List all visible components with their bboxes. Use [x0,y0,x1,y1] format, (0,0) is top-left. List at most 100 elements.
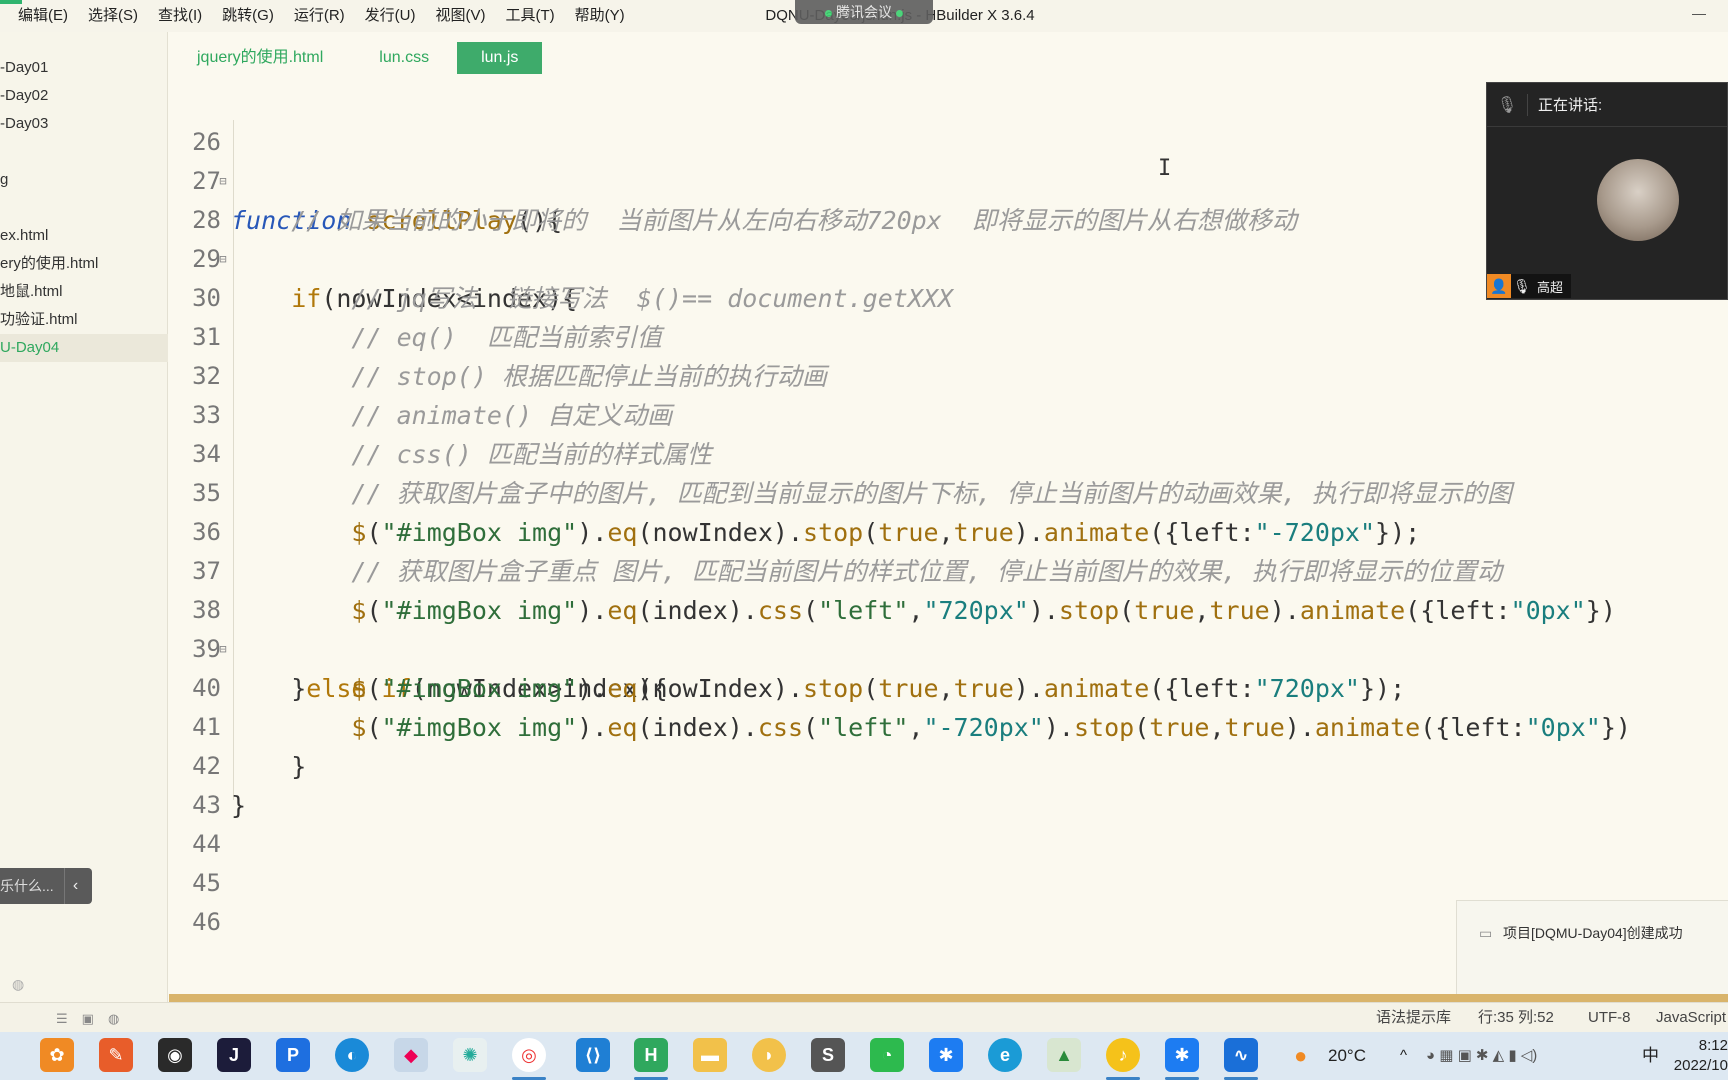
menu-tools[interactable]: 工具(T) [496,0,565,32]
language-selector[interactable]: JavaScript [1656,1003,1726,1033]
tray-icons[interactable]: ◕ ▦ ▣ ✱ ◭ ▮ ◁) [1426,1032,1537,1080]
tree-item[interactable]: ex.html [0,222,168,250]
menu-items: 编辑(E) 选择(S) 查找(I) 跳转(G) 运行(R) 发行(U) 视图(V… [0,0,635,32]
app-p-icon[interactable]: P [276,1038,310,1072]
tree-item[interactable]: g [0,166,168,194]
folder-icon[interactable]: ▬ [693,1038,727,1072]
app-star-icon[interactable]: ✱ [929,1038,963,1072]
app-lemon-icon[interactable]: ◗ [752,1038,786,1072]
sidebar-search[interactable]: 乐什么... ‹ [0,868,92,904]
microphone-icon[interactable]: 🎙 [1487,95,1527,115]
participant-bar: 👤 🎙 高超 [1487,273,1572,299]
minimize-icon[interactable] [1692,14,1706,15]
status-dot-icon [896,9,903,17]
meeting-pill-label: 腾讯会议 [836,4,892,20]
app-circle-icon[interactable]: ◐ [335,1038,369,1072]
code-line: 42 } [169,708,1728,820]
menu-run[interactable]: 运行(R) [284,0,355,32]
weather-icon[interactable]: ● [1294,1032,1307,1080]
horizontal-scrollbar[interactable] [169,994,1728,1002]
divider [1527,93,1528,116]
menu-edit[interactable]: 编辑(E) [8,0,78,32]
code-line: 45 [169,825,1728,897]
project-sidebar: -Day01 -Day02 -Day03 g ex.html ery的使用.ht… [0,32,168,1006]
speaking-label: 正在讲话: [1538,97,1603,114]
code-line: 33 // css() 匹配当前的样式属性 [169,357,1728,469]
cursor-position[interactable]: 行:35 列:52 [1478,1003,1554,1033]
app-diamond-icon[interactable]: ◆ [394,1038,428,1072]
terminal-icon[interactable]: ▣ [82,1011,94,1027]
chevron-left-icon[interactable]: ‹ [64,868,86,904]
meeting-panel[interactable]: 🎙 正在讲话: 👤 🎙 高超 [1486,82,1728,300]
tree-item[interactable]: 地鼠.html [0,278,168,306]
sublime-icon[interactable]: S [811,1038,845,1072]
tencent-meeting-icon[interactable]: ∿ [1224,1038,1258,1072]
palette-icon[interactable]: ◍ [108,1011,119,1027]
app-icon-1[interactable]: ✿ [40,1038,74,1072]
tree-item[interactable]: -Day01 [0,54,168,82]
participant-avatar [1597,159,1679,241]
windows-taskbar: ✿ ✎ ◉ J P ◐ ◆ ✺ ◎ ⟨⟩ H ▬ ◗ S ◔ ✱ e ▲ ♪ ✱… [0,1032,1728,1080]
notification-toast[interactable]: ▭ 项目[DQMU-Day04]创建成功 [1456,900,1728,996]
tab-jquery-html[interactable]: jquery的使用.html [169,42,351,74]
hbuilder-window: 编辑(E) 选择(S) 查找(I) 跳转(G) 运行(R) 发行(U) 视图(V… [0,0,1728,1080]
tab-lun-js[interactable]: lun.js [457,42,543,74]
menu-find[interactable]: 查找(I) [148,0,212,32]
notification-message: 项目[DQMU-Day04]创建成功 [1503,925,1683,941]
tab-lun-css[interactable]: lun.css [351,42,457,74]
list-icon[interactable]: ☰ [56,1011,68,1027]
clock-date: 2022/10 [1673,1057,1728,1074]
clock-time: 8:12 [1698,1037,1728,1054]
code-line: 38 ⊟ }else if(nowIndex>index){ [169,552,1728,703]
app-star2-icon[interactable]: ✱ [1165,1038,1199,1072]
encoding-selector[interactable]: UTF-8 [1588,1003,1631,1033]
microphone-icon: 🎙 [1513,277,1531,294]
code-line: 46 [169,864,1728,936]
menu-view[interactable]: 视图(V) [426,0,496,32]
hbuilder-icon[interactable]: H [634,1038,668,1072]
ime-indicator[interactable]: 中 [1642,1032,1659,1080]
syntax-hint-button[interactable]: 语法提示库 [1376,1003,1451,1033]
text-cursor-icon: I [1158,156,1172,181]
tree-item[interactable]: 功验证.html [0,306,168,334]
chrome-icon[interactable]: ◎ [512,1038,546,1072]
edge-icon[interactable]: e [988,1038,1022,1072]
wechat-icon[interactable]: ◔ [870,1038,904,1072]
menu-goto[interactable]: 跳转(G) [212,0,284,32]
jetbrains-icon[interactable]: J [217,1038,251,1072]
weather-temp[interactable]: 20°C [1328,1032,1366,1080]
menu-publish[interactable]: 发行(U) [355,0,426,32]
status-icons: ☰ ▣ ◍ [56,1011,119,1027]
code-line: 39 $("#imgBox img").eq(nowIndex).stop(tr… [169,591,1728,703]
obs-icon[interactable]: ◉ [158,1038,192,1072]
menu-select[interactable]: 选择(S) [78,0,148,32]
message-icon: ▭ [1479,925,1493,941]
menu-bar: 编辑(E) 选择(S) 查找(I) 跳转(G) 运行(R) 发行(U) 视图(V… [0,0,1728,32]
tree-item-active[interactable]: U-Day04 [0,334,168,362]
palette-icon[interactable]: ◍ [12,976,30,994]
app-swirl-icon[interactable]: ✺ [453,1038,487,1072]
code-line: 35 $("#imgBox img").eq(nowIndex).stop(tr… [169,435,1728,547]
code-line: 41 } [169,669,1728,781]
meeting-header: 🎙 正在讲话: [1487,83,1727,127]
code-line: 37 $("#imgBox img").eq(index).css("left"… [169,513,1728,625]
tray-chevron-up-icon[interactable]: ^ [1400,1032,1407,1080]
participant-name: 高超 [1537,279,1564,295]
tree-item[interactable]: -Day02 [0,82,168,110]
system-clock[interactable]: 8:12 2022/10 [1674,1036,1728,1076]
app-rocket-icon[interactable]: ▲ [1047,1038,1081,1072]
status-dot-icon [825,9,832,17]
person-icon: 👤 [1487,274,1511,298]
vscode-icon[interactable]: ⟨⟩ [576,1038,610,1072]
line-number: 46 [192,908,221,936]
tree-item[interactable]: -Day03 [0,110,168,138]
code-line: 43 [169,747,1728,819]
editor-tabs: jquery的使用.html lun.css lun.js [169,42,543,74]
app-music-icon[interactable]: ♪ [1106,1038,1140,1072]
code-line: 36 // 获取图片盒子重点 图片, 匹配当前图片的样式位置, 停止当前图片的效… [169,474,1728,586]
code-line: 40 $("#imgBox img").eq(index).css("left"… [169,630,1728,742]
tree-item[interactable]: ery的使用.html [0,250,168,278]
menu-help[interactable]: 帮助(Y) [565,0,635,32]
meeting-pill[interactable]: 腾讯会议 [795,0,933,24]
app-icon-2[interactable]: ✎ [99,1038,133,1072]
